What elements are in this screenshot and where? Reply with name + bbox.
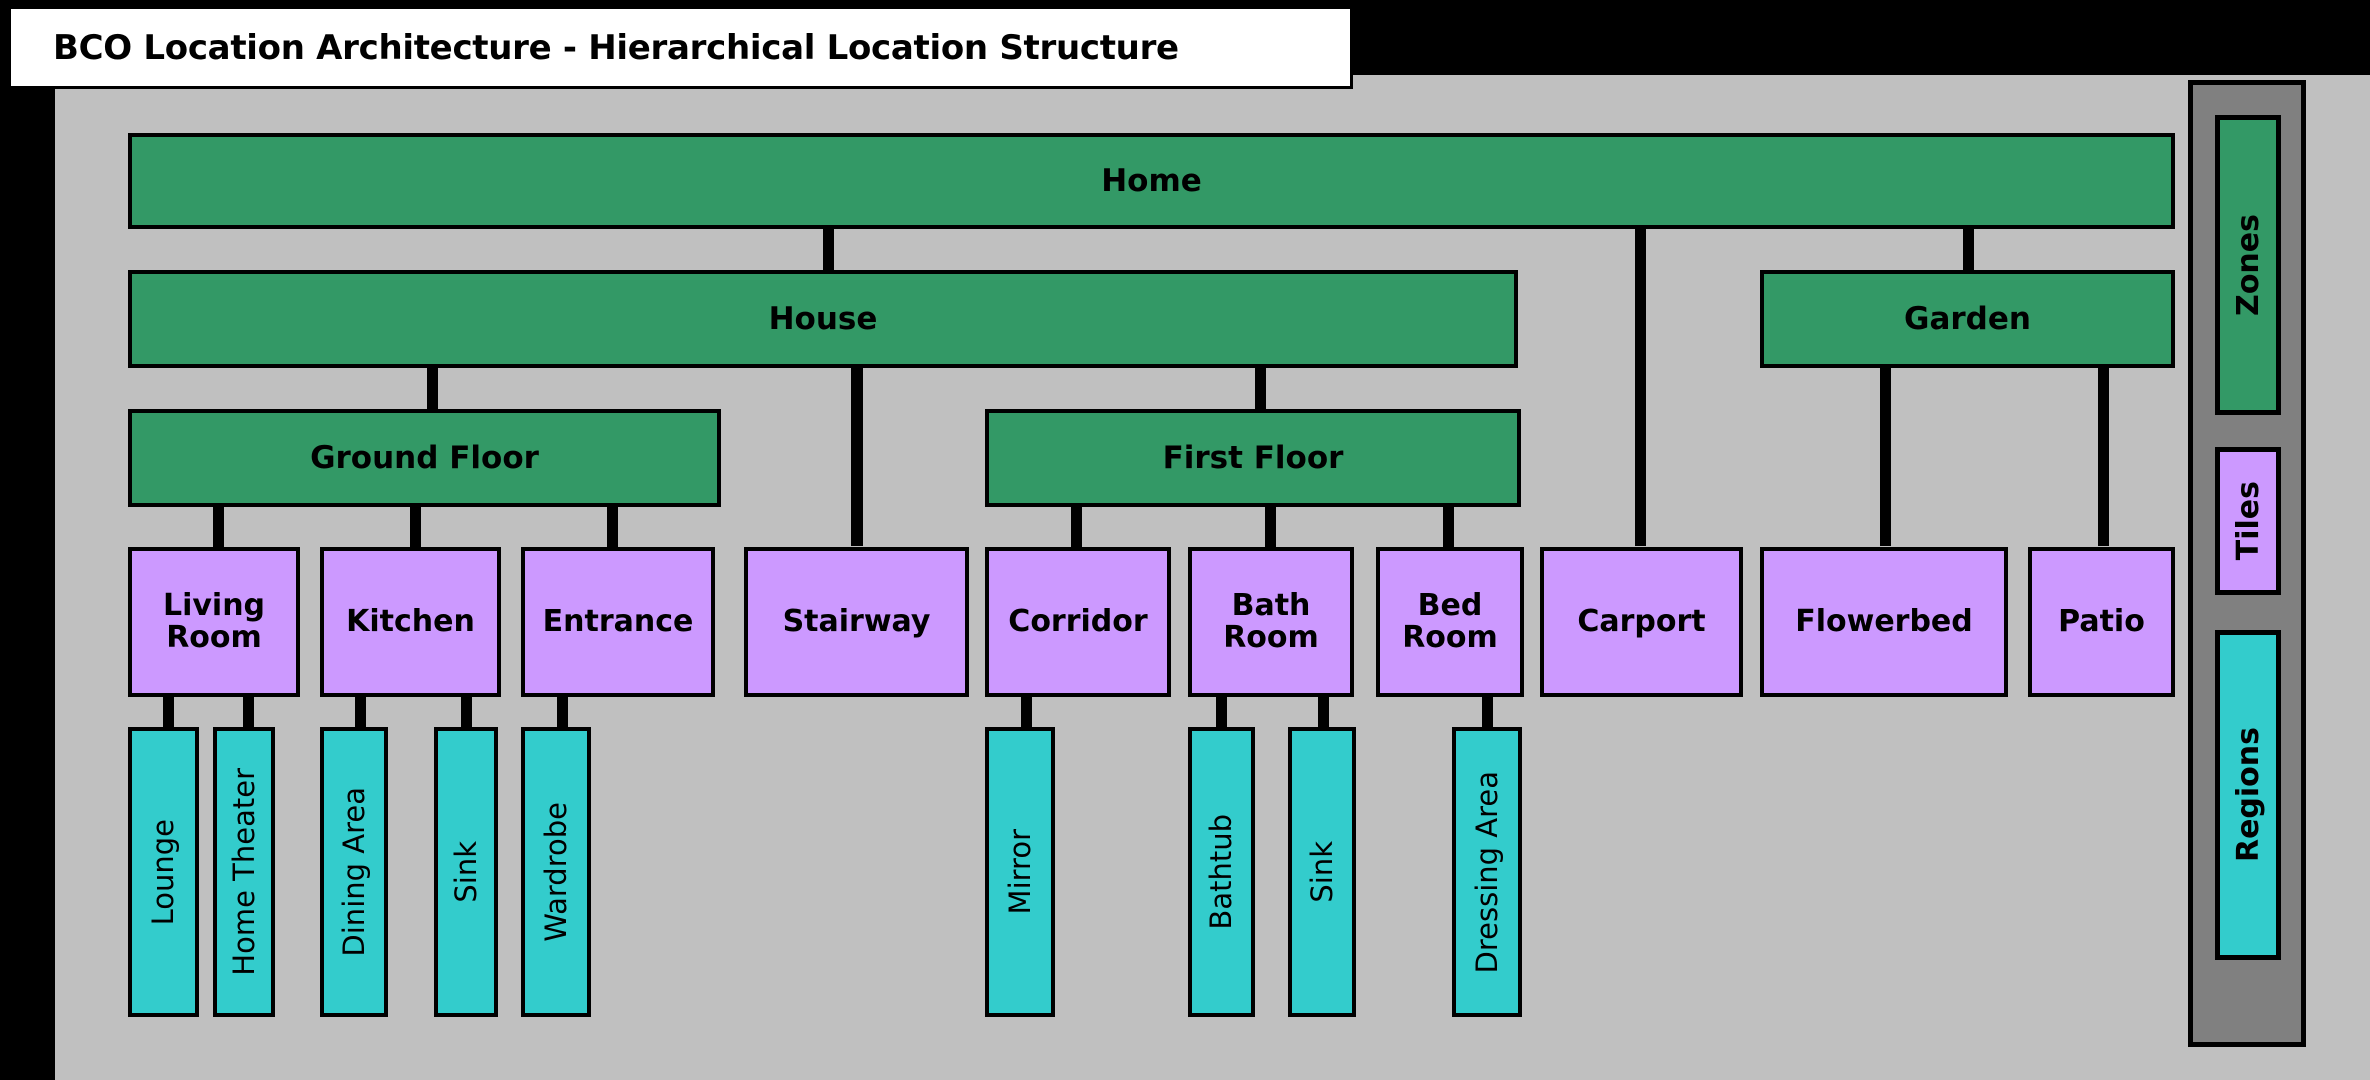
node-carport[interactable]: Carport — [1540, 547, 1743, 697]
node-house[interactable]: House — [128, 270, 1518, 368]
node-bath-sink-label: Sink — [1304, 841, 1339, 903]
edge-ground-floor-living-room — [213, 506, 224, 548]
node-dining-area[interactable]: Dining Area — [320, 727, 388, 1017]
edge-kitchen-dining-area — [355, 696, 366, 728]
node-ground-floor-label: Ground Floor — [310, 439, 539, 476]
edge-garden-patio — [2098, 367, 2109, 546]
edge-ground-floor-kitchen — [410, 506, 421, 548]
node-bath-sink[interactable]: Sink — [1288, 727, 1356, 1017]
edge-bed-room-dressing-area — [1482, 696, 1493, 728]
node-bath-room-label: Bath Room — [1223, 588, 1319, 655]
edge-bath-room-sink — [1318, 696, 1329, 728]
edge-home-house — [823, 228, 834, 270]
legend-item-regions[interactable]: Regions — [2215, 630, 2281, 960]
edge-bath-room-bathtub — [1216, 696, 1227, 728]
node-kitchen[interactable]: Kitchen — [320, 547, 501, 697]
edge-first-floor-bath-room — [1265, 506, 1276, 548]
node-mirror-label: Mirror — [1002, 829, 1037, 915]
node-garden-label: Garden — [1904, 300, 2031, 337]
node-flowerbed-label: Flowerbed — [1795, 604, 1973, 640]
edge-house-ground-floor — [427, 367, 438, 409]
legend-item-tiles[interactable]: Tiles — [2215, 447, 2281, 595]
title-banner: BCO Location Architecture - Hierarchical… — [8, 6, 1353, 89]
node-dressing-area-label: Dressing Area — [1469, 770, 1504, 974]
legend-panel: Zones Tiles Regions — [2188, 80, 2306, 1047]
legend-zones-label: Zones — [2230, 214, 2266, 316]
node-wardrobe[interactable]: Wardrobe — [521, 727, 591, 1017]
node-bathtub[interactable]: Bathtub — [1188, 727, 1255, 1017]
edge-first-floor-bed-room — [1443, 506, 1454, 548]
legend-item-zones[interactable]: Zones — [2215, 115, 2281, 415]
node-living-room[interactable]: Living Room — [128, 547, 300, 697]
node-dining-area-label: Dining Area — [336, 787, 371, 957]
node-bed-room[interactable]: Bed Room — [1376, 547, 1524, 697]
node-ground-floor[interactable]: Ground Floor — [128, 409, 721, 507]
edge-ground-floor-entrance — [607, 506, 618, 548]
node-lounge-label: Lounge — [146, 818, 181, 926]
node-stairway-label: Stairway — [782, 604, 931, 640]
node-flowerbed[interactable]: Flowerbed — [1760, 547, 2008, 697]
node-home-theater[interactable]: Home Theater — [213, 727, 275, 1017]
node-home[interactable]: Home — [128, 133, 2175, 229]
node-mirror[interactable]: Mirror — [985, 727, 1055, 1017]
edge-living-room-home-theater — [243, 696, 254, 728]
node-patio[interactable]: Patio — [2028, 547, 2175, 697]
node-stairway[interactable]: Stairway — [744, 547, 969, 697]
node-home-theater-label: Home Theater — [226, 768, 261, 976]
edge-entrance-wardrobe — [557, 696, 568, 728]
edge-house-first-floor — [1255, 367, 1266, 409]
node-patio-label: Patio — [2058, 604, 2145, 640]
node-bed-room-label: Bed Room — [1402, 588, 1498, 655]
edge-first-floor-corridor — [1071, 506, 1082, 548]
edge-home-garden — [1963, 228, 1974, 270]
node-kitchen-sink[interactable]: Sink — [434, 727, 498, 1017]
edge-home-carport — [1635, 228, 1646, 546]
node-garden[interactable]: Garden — [1760, 270, 2175, 368]
node-first-floor[interactable]: First Floor — [985, 409, 1521, 507]
node-living-room-label: Living Room — [162, 588, 266, 655]
node-home-label: Home — [1101, 162, 1202, 199]
node-corridor-label: Corridor — [1008, 604, 1148, 640]
node-kitchen-sink-label: Sink — [448, 841, 483, 903]
edge-house-stairway — [851, 367, 863, 546]
page-title: BCO Location Architecture - Hierarchical… — [53, 27, 1179, 68]
node-bathtub-label: Bathtub — [1204, 814, 1239, 930]
node-kitchen-label: Kitchen — [346, 604, 475, 640]
node-entrance[interactable]: Entrance — [521, 547, 715, 697]
edge-kitchen-sink — [461, 696, 472, 728]
node-first-floor-label: First Floor — [1162, 439, 1344, 476]
legend-regions-label: Regions — [2230, 727, 2266, 863]
node-wardrobe-label: Wardrobe — [538, 802, 573, 942]
node-lounge[interactable]: Lounge — [128, 727, 199, 1017]
edge-garden-flowerbed — [1880, 367, 1891, 546]
legend-tiles-label: Tiles — [2230, 481, 2266, 561]
edge-corridor-mirror — [1021, 696, 1032, 728]
node-corridor[interactable]: Corridor — [985, 547, 1171, 697]
node-house-label: House — [768, 300, 878, 337]
node-dressing-area[interactable]: Dressing Area — [1452, 727, 1522, 1017]
node-bath-room[interactable]: Bath Room — [1188, 547, 1354, 697]
node-entrance-label: Entrance — [542, 604, 694, 640]
edge-living-room-lounge — [163, 696, 174, 728]
diagram-page: BCO Location Architecture - Hierarchical… — [0, 0, 2370, 1080]
node-carport-label: Carport — [1577, 604, 1706, 640]
